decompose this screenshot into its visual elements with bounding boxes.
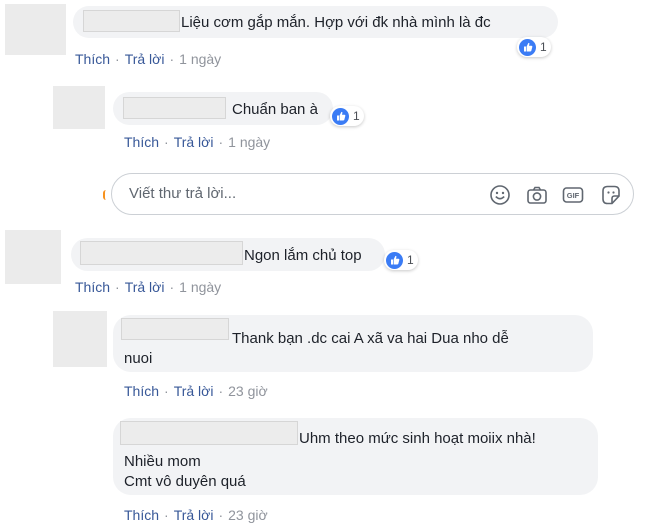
sticker-icon[interactable] [599, 183, 623, 207]
reaction-count: 1 [353, 109, 360, 123]
comment-actions: Thích · Trả lời · 1 ngày [75, 51, 222, 67]
reply-link[interactable]: Trả lời [125, 51, 165, 67]
reply-composer[interactable]: GIF [111, 173, 634, 215]
reply-bubble: Chuẩn ban à [113, 92, 333, 125]
avatar[interactable] [53, 86, 105, 129]
comment-bubble: Liệu cơm gắp mắn. Hợp với đk nhà mình là… [73, 6, 558, 38]
reply-text: Chuẩn ban à [232, 101, 318, 118]
comment-bubble: Ngon lắm chủ top [71, 238, 385, 271]
reply-text: Thank bạn .dc cai A xã va hai Dua nho dễ [232, 330, 509, 347]
reaction-summary[interactable]: 1 [517, 37, 551, 57]
reaction-summary[interactable]: 1 [384, 250, 418, 270]
like-icon [332, 107, 349, 125]
reply-actions: Thích · Trả lời · 1 ngày [124, 134, 271, 150]
timestamp[interactable]: 1 ngày [179, 51, 221, 67]
timestamp[interactable]: 1 ngày [228, 134, 270, 150]
reaction-count: 1 [407, 253, 414, 267]
timestamp[interactable]: 1 ngày [179, 279, 221, 295]
redacted-author-name [123, 97, 226, 119]
reply-bubble: Thank bạn .dc cai A xã va hai Dua nho dễ… [113, 315, 593, 372]
reply-link[interactable]: Trả lời [174, 383, 214, 399]
text-caret [103, 190, 109, 200]
reaction-summary[interactable]: 1 [330, 106, 364, 126]
gif-icon[interactable]: GIF [561, 183, 585, 207]
like-link[interactable]: Thích [75, 279, 110, 295]
like-icon [386, 251, 403, 269]
reply-actions: Thích · Trả lời · 23 giờ [124, 383, 268, 399]
comment-text: Ngon lắm chủ top [244, 247, 362, 264]
like-link[interactable]: Thích [124, 134, 159, 150]
like-link[interactable]: Thích [75, 51, 110, 67]
comment-actions: Thích · Trả lời · 1 ngày [75, 279, 222, 295]
svg-text:GIF: GIF [567, 191, 580, 200]
redacted-author-name [80, 241, 243, 265]
timestamp[interactable]: 23 giờ [228, 383, 268, 399]
avatar[interactable] [5, 4, 66, 55]
reply-bubble: Uhm theo mức sinh hoạt moiix nhà! Nhiều … [113, 418, 598, 495]
reply-text-continued: Cmt vô duyên quá [124, 473, 246, 490]
reply-text-continued: Nhiều mom [124, 453, 201, 470]
emoji-icon[interactable] [488, 183, 512, 207]
like-icon [519, 38, 536, 56]
avatar[interactable] [53, 311, 107, 367]
reply-text-continued: nuoi [124, 350, 153, 367]
reply-actions: Thích · Trả lời · 23 giờ [124, 507, 268, 523]
like-link[interactable]: Thích [124, 507, 159, 523]
reply-link[interactable]: Trả lời [125, 279, 165, 295]
redacted-author-name [83, 10, 180, 32]
like-link[interactable]: Thích [124, 383, 159, 399]
reply-input[interactable] [129, 185, 469, 202]
redacted-author-name [121, 318, 229, 340]
reaction-count: 1 [540, 40, 547, 54]
reply-text: Uhm theo mức sinh hoạt moiix nhà! [299, 430, 536, 447]
reply-link[interactable]: Trả lời [174, 134, 214, 150]
avatar[interactable] [5, 230, 61, 284]
comment-text: Liệu cơm gắp mắn. Hợp với đk nhà mình là… [181, 14, 491, 31]
camera-icon[interactable] [525, 183, 549, 207]
timestamp[interactable]: 23 giờ [228, 507, 268, 523]
redacted-author-name [120, 421, 298, 445]
reply-link[interactable]: Trả lời [174, 507, 214, 523]
